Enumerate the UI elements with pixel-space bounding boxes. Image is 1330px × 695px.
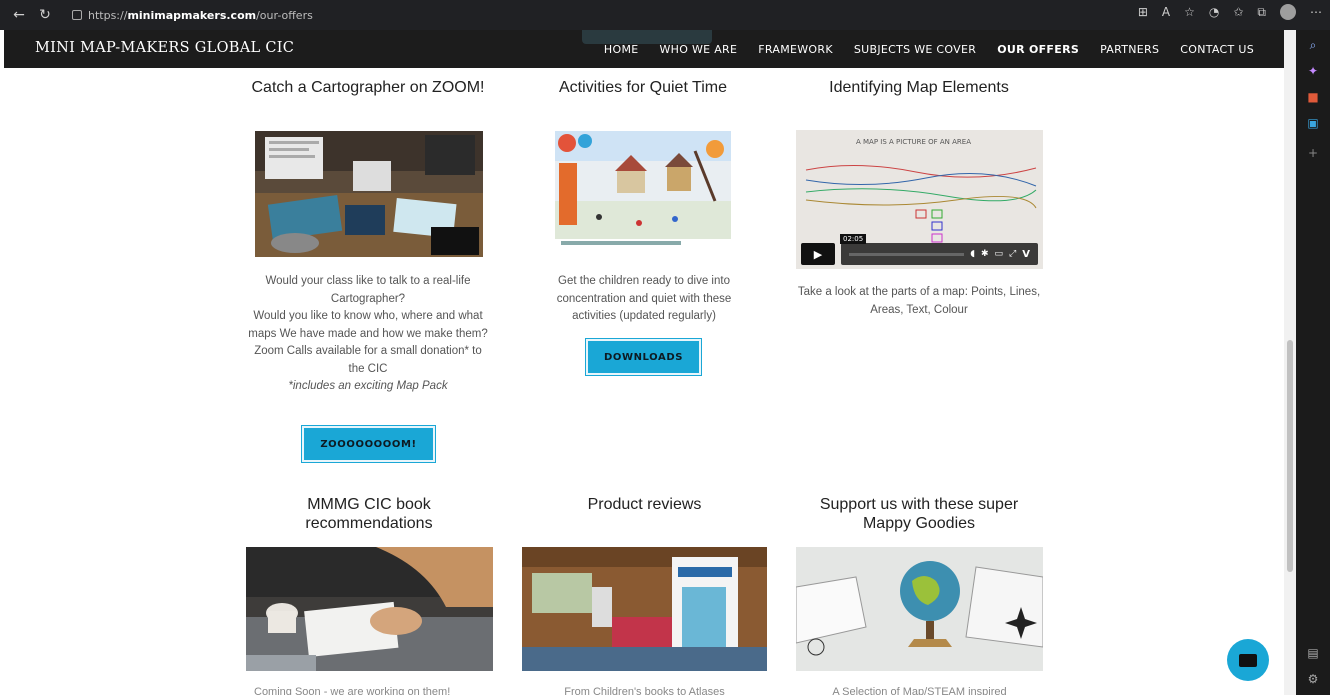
more-icon[interactable]: ⋯ <box>1310 5 1322 19</box>
page: ← ↻ https://minimapmakers.com/our-offers… <box>0 0 1330 695</box>
card-quiet-title: Activities for Quiet Time <box>558 79 728 96</box>
reviews-photo <box>522 547 767 671</box>
card-reviews: Product reviews <box>522 495 767 514</box>
goodies-text-cut: A Selection of Map/STEAM inspired <box>832 686 1007 695</box>
back-icon[interactable]: ← <box>6 2 32 28</box>
url-prefix: https:// <box>88 8 128 22</box>
quiet-poster <box>555 131 731 249</box>
copilot-icon[interactable]: ✦ <box>1305 64 1321 78</box>
settings-icon[interactable]: ✱ <box>981 249 989 259</box>
favorite-add-icon[interactable]: ☆ <box>1184 5 1195 19</box>
card-quiet-body: Get the children ready to dive into conc… <box>540 273 748 326</box>
goodies-photo <box>796 547 1043 671</box>
tools-icon[interactable]: ■ <box>1305 90 1321 104</box>
url-path: /our-offers <box>256 8 313 22</box>
browser-sidebar: ⌕ ✦ ■ ▣ + ▤ ⚙ <box>1296 30 1330 695</box>
nav-home[interactable]: HOME <box>604 43 639 56</box>
reviews-text-cut: From Children's books to Atlases <box>564 686 725 695</box>
outlook-icon[interactable]: ▣ <box>1305 116 1321 130</box>
zoom-text-1: Would your class like to talk to a real-… <box>265 275 471 305</box>
profile-avatar[interactable] <box>1280 4 1296 20</box>
main-nav: HOME WHO WE ARE FRAMEWORK SUBJECTS WE CO… <box>604 43 1254 56</box>
video-time: 02:05 <box>840 234 867 244</box>
card-elements: Identifying Map Elements <box>796 78 1042 97</box>
zoom-button[interactable]: ZOOOOOOOOM! <box>302 426 435 462</box>
card-zoom: Catch a Cartographer on ZOOM! <box>250 78 486 97</box>
play-icon[interactable]: ▶ <box>801 243 835 265</box>
favorites-icon[interactable]: ✩ <box>1233 5 1243 19</box>
nav-framework[interactable]: FRAMEWORK <box>758 43 833 56</box>
card-elements-title: Identifying Map Elements <box>829 79 1009 96</box>
lock-icon <box>72 10 82 20</box>
video-progress[interactable] <box>849 252 965 256</box>
fullscreen-icon[interactable]: ⤢ <box>1009 249 1016 259</box>
card-goodies: Support us with these super Mappy Goodie… <box>796 495 1042 533</box>
books-photo <box>246 547 493 671</box>
card-goodies-title: Support us with these super Mappy Goodie… <box>819 496 1019 532</box>
browser-actions: ⊞ A ☆ ◔ ✩ ⧉ ⋯ <box>1138 4 1322 20</box>
chat-button[interactable] <box>1227 639 1269 681</box>
card-zoom-title: Catch a Cartographer on ZOOM! <box>251 79 485 96</box>
read-aloud-icon[interactable]: A <box>1162 5 1170 19</box>
card-quiet: Activities for Quiet Time <box>530 78 756 97</box>
card-reviews-title: Product reviews <box>587 496 702 513</box>
refresh-icon[interactable]: ↻ <box>32 2 58 28</box>
books-text-cut: Coming Soon - we are working on them! <box>254 686 451 695</box>
address-bar[interactable]: https://minimapmakers.com/our-offers <box>72 4 1092 26</box>
browser-toolbar: ← ↻ https://minimapmakers.com/our-offers… <box>0 0 1330 30</box>
header-tab-shape <box>582 30 712 44</box>
card-books: MMMG CIC book recommendations <box>250 495 488 533</box>
sidebar-layout-icon[interactable]: ▤ <box>1305 646 1321 660</box>
elements-text: Take a look at the parts of a map: Point… <box>797 286 1041 316</box>
downloads-button[interactable]: DOWNLOADS <box>586 339 701 375</box>
zoom-text-3: Zoom Calls available for a small donatio… <box>254 345 482 375</box>
sidebar-settings-icon[interactable]: ⚙ <box>1305 672 1321 686</box>
card-elements-body: Take a look at the parts of a map: Point… <box>796 284 1042 319</box>
site-brand[interactable]: MINI MAP-MAKERS GLOBAL CIC <box>35 40 294 56</box>
vimeo-logo-icon[interactable]: V <box>1022 249 1030 260</box>
zoom-text-2: Would you like to know who, where and wh… <box>248 310 488 340</box>
search-icon[interactable]: ⌕ <box>1305 38 1321 52</box>
scrollbar-thumb[interactable] <box>1287 340 1293 572</box>
volume-icon[interactable]: ◖ <box>970 249 975 259</box>
nav-who-we-are[interactable]: WHO WE ARE <box>660 43 738 56</box>
extensions-icon[interactable]: ◔ <box>1209 5 1219 19</box>
pip-icon[interactable]: ▭ <box>995 249 1004 259</box>
nav-subjects[interactable]: SUBJECTS WE COVER <box>854 43 976 56</box>
chat-icon <box>1239 653 1257 667</box>
page-scrollbar[interactable] <box>1284 30 1296 695</box>
quiet-text: Get the children ready to dive into conc… <box>556 275 732 322</box>
url-domain: minimapmakers.com <box>127 8 257 22</box>
map-elements-video[interactable]: A MAP IS A PICTURE OF AN AREA ▶ ◖ ✱ ▭ ⤢ … <box>796 130 1043 269</box>
nav-contact-us[interactable]: CONTACT US <box>1180 43 1254 56</box>
zoom-photo <box>255 131 483 257</box>
add-icon[interactable]: + <box>1305 146 1321 160</box>
collections-icon[interactable]: ⧉ <box>1257 5 1266 20</box>
nav-our-offers[interactable]: OUR OFFERS <box>997 43 1079 56</box>
svg-text:A MAP IS A PICTURE OF AN AREA: A MAP IS A PICTURE OF AN AREA <box>856 138 971 146</box>
video-bar: ◖ ✱ ▭ ⤢ V <box>841 243 1038 265</box>
zoom-note: *includes an exciting Map Pack <box>288 380 448 392</box>
card-zoom-body: Would your class like to talk to a real-… <box>248 273 488 396</box>
nav-partners[interactable]: PARTNERS <box>1100 43 1159 56</box>
video-controls: ▶ ◖ ✱ ▭ ⤢ V <box>801 242 1038 266</box>
card-books-title: MMMG CIC book recommendations <box>305 496 433 532</box>
apps-icon[interactable]: ⊞ <box>1138 5 1148 19</box>
